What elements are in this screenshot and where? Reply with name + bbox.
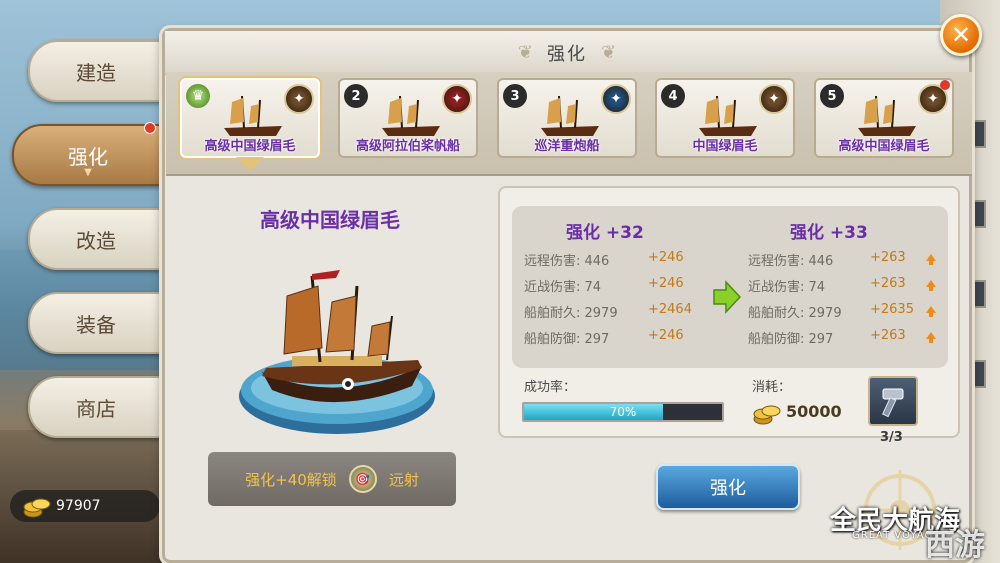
- caret-down-icon: ▼: [84, 167, 92, 178]
- next-stat-gain: +263: [870, 276, 906, 291]
- arrow-right-icon: [713, 280, 742, 314]
- ship-card[interactable]: 4 ✦ 中国绿眉毛: [655, 78, 795, 158]
- gold-coins-icon: [753, 405, 781, 425]
- hammer-icon: [882, 388, 904, 418]
- success-rate-label: 成功率：: [524, 380, 577, 395]
- unlock-requirement: 强化+40解锁: [245, 470, 337, 489]
- close-button[interactable]: ✕: [940, 14, 982, 56]
- current-stat-label: 近战伤害: 74: [524, 280, 602, 295]
- panel-header: ❦ 强化 ❦: [165, 31, 969, 75]
- increase-arrow-icon: [926, 280, 936, 291]
- notification-dot: [144, 122, 156, 134]
- current-level-title: 强化 +32: [566, 223, 644, 243]
- ship-slot-number: 3: [503, 84, 527, 108]
- enhance-button-label: 强化: [710, 478, 746, 499]
- flourish-left-icon: ❦: [517, 42, 533, 63]
- next-stat-label: 船舶防御: 297: [748, 332, 834, 347]
- ship-skill-icon: ✦: [601, 84, 631, 114]
- cost-amount: 50000: [786, 402, 842, 421]
- ship-card-name: 高级阿拉伯桨帆船: [355, 139, 460, 154]
- gold-amount: 97907: [56, 498, 101, 514]
- ship-skill-icon: ✦: [284, 84, 314, 114]
- sidebar-tab-label: 建造: [76, 60, 116, 85]
- gold-coins-icon: [23, 498, 51, 518]
- increase-arrow-icon: [926, 254, 936, 265]
- flourish-right-icon: ❦: [601, 42, 617, 63]
- cost-label: 消耗：: [752, 380, 792, 395]
- current-stat-gain: +2464: [648, 302, 692, 317]
- current-stat-label: 船舶耐久: 2979: [524, 306, 618, 321]
- enhance-hammer-item[interactable]: [868, 376, 918, 426]
- current-stat-label: 远程伤害: 446: [524, 254, 610, 269]
- panel-title: 强化: [547, 43, 587, 65]
- gold-balance: 97907: [10, 490, 160, 522]
- current-stat-gain: +246: [648, 276, 684, 291]
- ship-slot-number: 2: [344, 84, 368, 108]
- ship-model-image: [239, 270, 435, 434]
- current-stat-label: 船舶防御: 297: [524, 332, 610, 347]
- selected-ship-name: 高级中国绿眉毛: [260, 208, 400, 232]
- sidebar-tab-label: 商店: [76, 396, 116, 421]
- long-range-skill-icon[interactable]: 🎯: [348, 465, 377, 493]
- next-stat-label: 船舶耐久: 2979: [748, 306, 842, 321]
- watermark: 西游: [925, 528, 985, 563]
- unlock-skill-name: 远射: [388, 470, 419, 489]
- sidebar-tab-label: 强化: [68, 144, 108, 169]
- ship-card[interactable]: ♛ ✦ 高级中国绿眉毛: [180, 78, 320, 158]
- unlock-info-bar: 强化+40解锁 🎯 远射: [208, 452, 456, 506]
- notification-dot: [940, 80, 950, 90]
- sidebar-tab-equip[interactable]: 装备: [28, 292, 164, 354]
- next-stat-gain: +2635: [870, 302, 914, 317]
- ship-card-name: 巡洋重炮船: [534, 139, 600, 154]
- success-rate-value: 70%: [609, 405, 637, 419]
- ship-card[interactable]: 5 ✦ 高级中国绿眉毛: [814, 78, 954, 158]
- ship-skill-icon: ✦: [442, 84, 472, 114]
- next-level-title: 强化 +33: [790, 223, 868, 243]
- next-stat-gain: +263: [870, 328, 906, 343]
- ship-slot-number: 5: [820, 84, 844, 108]
- next-stat-label: 远程伤害: 446: [748, 254, 834, 269]
- close-icon: ✕: [950, 21, 972, 49]
- sidebar-tab-shop[interactable]: 商店: [28, 376, 164, 438]
- sidebar-tab-label: 装备: [76, 312, 116, 337]
- sidebar-tab-enhance[interactable]: 强化 ▼: [12, 122, 164, 186]
- ship-card-name: 高级中国绿眉毛: [838, 139, 930, 154]
- increase-arrow-icon: [926, 306, 936, 317]
- crown-icon: ♛: [186, 84, 210, 108]
- next-stat-gain: +263: [870, 250, 906, 265]
- ship-card[interactable]: 2 ✦ 高级阿拉伯桨帆船: [338, 78, 478, 158]
- sidebar-tab-build[interactable]: 建造: [28, 40, 164, 102]
- hammer-count: 3/3: [880, 430, 903, 445]
- ship-slot-number: 4: [661, 84, 685, 108]
- current-stat-gain: +246: [648, 328, 684, 343]
- ship-card-name: 中国绿眉毛: [692, 139, 758, 154]
- increase-arrow-icon: [926, 332, 936, 343]
- sidebar-tab-modify[interactable]: 改造: [28, 208, 164, 270]
- ship-card[interactable]: 3 ✦ 巡洋重炮船: [497, 78, 637, 158]
- selected-ship-pointer: [236, 157, 264, 171]
- sidebar-tab-label: 改造: [76, 228, 116, 253]
- success-rate-bar: 70%: [522, 402, 724, 422]
- ship-card-name: 高级中国绿眉毛: [204, 139, 296, 154]
- enhance-button[interactable]: 强化: [656, 464, 800, 510]
- next-stat-label: 近战伤害: 74: [748, 280, 826, 295]
- current-stat-gain: +246: [648, 250, 684, 265]
- ship-skill-icon: ✦: [759, 84, 789, 114]
